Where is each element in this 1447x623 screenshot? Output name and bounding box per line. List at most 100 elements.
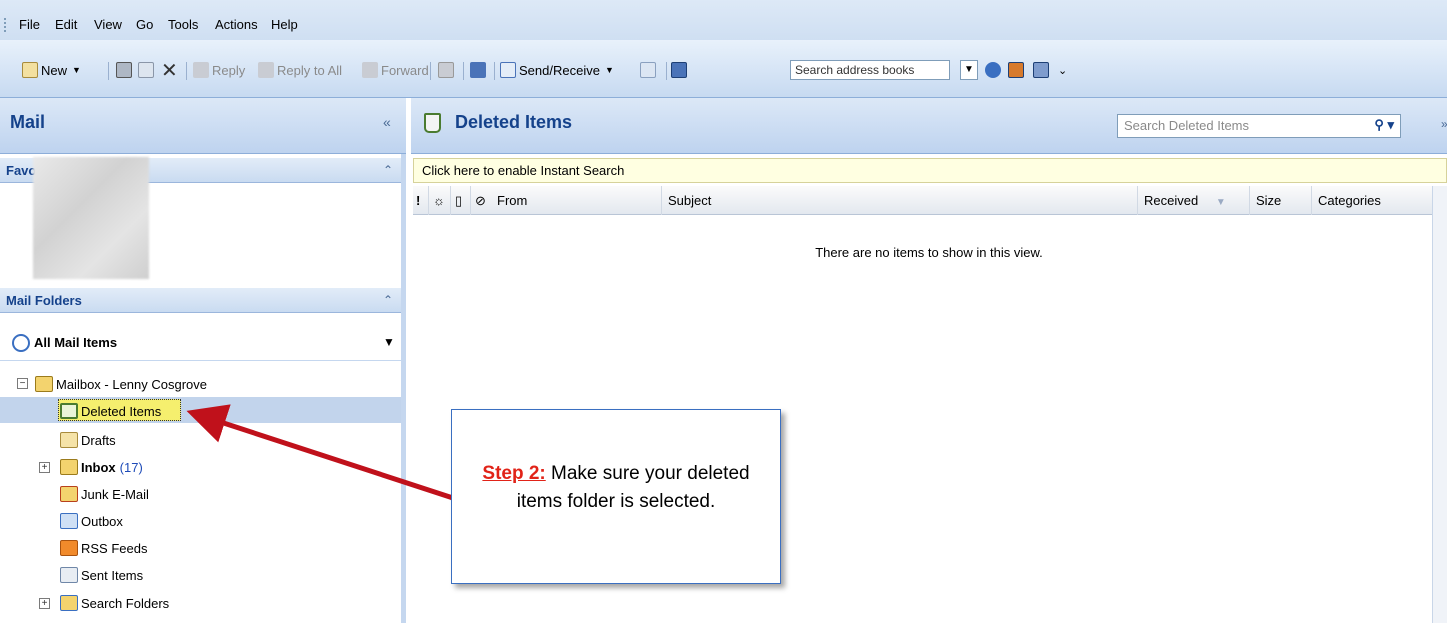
instruction-callout: Step 2: Make sure your deleted items fol… (451, 409, 781, 584)
content-title: Deleted Items (455, 112, 573, 132)
tree-item-search-folders[interactable]: Search Folders (60, 592, 169, 614)
expand-search-icon[interactable]: » (1441, 117, 1447, 131)
document-icon[interactable]: ▯ (450, 186, 470, 215)
sent-items-icon (60, 567, 78, 583)
reply-all-icon (258, 62, 274, 78)
tree-item-outbox[interactable]: Outbox (60, 510, 123, 532)
empty-view-message: There are no items to show in this view. (815, 245, 1043, 260)
dropdown-arrow-icon[interactable]: ▼ (383, 335, 395, 349)
delete-button[interactable]: ✕ (161, 59, 178, 82)
collapse-section-icon[interactable]: ⌃ (383, 163, 393, 177)
shield-icon (1033, 62, 1049, 78)
toolbar-separator (186, 62, 187, 80)
chevron-down-icon: ⌄ (1058, 64, 1068, 77)
grid-icon (438, 62, 454, 78)
collapse-mailbox-icon[interactable]: − (17, 378, 28, 389)
forward-button[interactable]: Forward (362, 59, 429, 81)
recycle-bin-icon (60, 403, 78, 419)
toolbar-separator (494, 62, 495, 80)
menu-grip (4, 18, 6, 32)
mail-folders-header[interactable]: Mail Folders ⌃ (0, 288, 401, 313)
expand-search-folders-icon[interactable]: + (39, 598, 50, 609)
reply-label: Reply (212, 62, 246, 78)
column-received[interactable]: Received ▼ (1137, 186, 1249, 215)
reply-all-label: Reply to All (277, 62, 343, 78)
tree-item-sent-items[interactable]: Sent Items (60, 564, 143, 586)
dropdown-arrow-icon[interactable]: ▼ (72, 65, 81, 75)
search-address-dropdown[interactable]: ▼ (960, 60, 978, 80)
search-folder-icon (12, 334, 30, 352)
toolbar-separator (463, 62, 464, 80)
menu-view[interactable]: View (94, 17, 122, 32)
view-button[interactable] (438, 59, 457, 81)
addin-button-2[interactable] (1033, 59, 1052, 81)
envelope-icon (640, 62, 656, 78)
help-button[interactable] (985, 59, 1004, 81)
rss-feeds-label: RSS Feeds (81, 540, 148, 556)
menu-actions[interactable]: Actions (215, 17, 258, 32)
search-folder-icon (60, 595, 78, 611)
all-mail-items-selector[interactable]: All Mail Items ▼ (0, 323, 401, 361)
book-icon (671, 62, 687, 78)
tree-item-deleted-items[interactable]: Deleted Items (60, 400, 161, 422)
mailbox-label: Mailbox - Lenny Cosgrove (56, 376, 208, 392)
column-size[interactable]: Size (1249, 186, 1311, 215)
tree-item-drafts[interactable]: Drafts (60, 429, 116, 451)
print-button[interactable] (116, 59, 135, 81)
menu-file[interactable]: File (19, 17, 40, 32)
toolbar-separator (666, 62, 667, 80)
search-address-books-input[interactable]: Search address books (790, 60, 950, 80)
column-header: ! ☼ ▯ ⊘ From Subject Received ▼ Size Cat… (413, 186, 1433, 215)
inbox-unread-count: (17) (119, 459, 143, 475)
addin-button-1[interactable] (1008, 59, 1027, 81)
address-book-button[interactable] (640, 59, 659, 81)
inbox-label: Inbox (81, 459, 116, 475)
menu-go[interactable]: Go (136, 17, 153, 32)
scrollbar[interactable] (1432, 186, 1447, 623)
menu-help[interactable]: Help (271, 17, 298, 32)
send-receive-button[interactable]: Send/Receive ▼ (500, 59, 614, 81)
mail-folders-label: Mail Folders (6, 293, 82, 308)
collapse-section-icon[interactable]: ⌃ (383, 293, 393, 307)
tree-item-rss-feeds[interactable]: RSS Feeds (60, 537, 147, 559)
tree-item-mailbox[interactable]: Mailbox - Lenny Cosgrove (35, 373, 207, 395)
rss-icon (60, 540, 78, 556)
drafts-icon (60, 432, 78, 448)
sync-button[interactable] (470, 59, 489, 81)
column-categories[interactable]: Categories (1311, 186, 1433, 215)
address-book-icon-button[interactable] (671, 59, 690, 81)
search-icon[interactable]: ⚲ ▾ (1374, 117, 1394, 133)
expand-inbox-icon[interactable]: + (39, 462, 50, 473)
column-subject[interactable]: Subject (661, 186, 1137, 215)
received-label: Received (1144, 193, 1199, 208)
mailbox-icon (35, 376, 53, 392)
reply-button[interactable]: Reply (193, 59, 245, 81)
dropdown-arrow-icon[interactable]: ▼ (605, 65, 614, 75)
callout-text: Make sure your deleted items folder is s… (516, 463, 750, 512)
importance-icon[interactable]: ! (413, 186, 428, 215)
column-from[interactable]: From (491, 186, 661, 215)
menu-bar: File Edit View Go Tools Actions Help (0, 0, 1447, 40)
search-deleted-items-input[interactable]: Search Deleted Items ⚲ ▾ (1117, 114, 1401, 138)
callout-step-label: Step 2: (482, 463, 546, 484)
toolbar-options[interactable]: ⌄ (1058, 59, 1067, 81)
toolbar-separator (108, 62, 109, 80)
menu-tools[interactable]: Tools (168, 17, 198, 32)
instant-search-bar[interactable]: Click here to enable Instant Search (413, 158, 1447, 183)
blurred-favorites (33, 157, 149, 279)
content-header: Deleted Items Search Deleted Items ⚲ ▾ » (411, 98, 1447, 154)
tree-item-junk-email[interactable]: Junk E-Mail (60, 483, 149, 505)
move-button[interactable] (138, 59, 157, 81)
forward-icon (362, 62, 378, 78)
reply-all-button[interactable]: Reply to All (258, 59, 342, 81)
send-receive-icon (500, 62, 516, 78)
drafts-label: Drafts (81, 432, 116, 448)
menu-edit[interactable]: Edit (55, 17, 77, 32)
collapse-nav-icon[interactable]: « (383, 114, 391, 130)
new-button[interactable]: New ▼ (22, 59, 81, 81)
outbox-icon (60, 513, 78, 529)
tree-item-inbox[interactable]: Inbox (17) (60, 456, 143, 478)
print-icon (116, 62, 132, 78)
dropdown-arrow-icon: ▼ (964, 64, 974, 75)
reminder-icon[interactable]: ☼ (428, 186, 450, 215)
